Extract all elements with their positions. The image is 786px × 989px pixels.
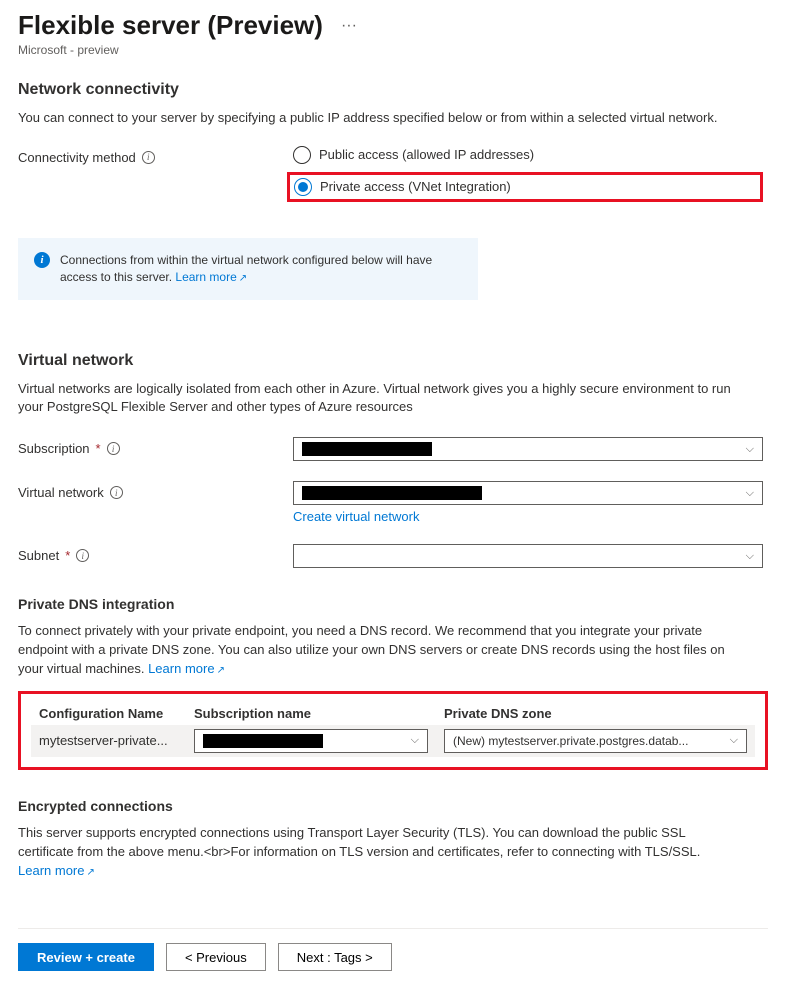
page-subtitle: Microsoft - preview <box>18 43 768 57</box>
subscription-select[interactable]: ⌵ <box>293 437 763 461</box>
table-row: mytestserver-private... ⌵ (New) mytestse… <box>31 725 755 757</box>
chevron-down-icon: ⌵ <box>746 443 754 456</box>
info-icon: i <box>34 252 50 268</box>
subnet-label: Subnet <box>18 548 59 563</box>
info-icon[interactable]: i <box>110 486 123 499</box>
virtual-network-label: Virtual network <box>18 485 104 500</box>
tls-learn-more-link[interactable]: Learn more↗ <box>18 863 95 878</box>
radio-icon <box>294 178 312 196</box>
redacted-value <box>302 486 482 500</box>
chevron-down-icon: ⌵ <box>746 550 754 563</box>
chevron-down-icon: ⌵ <box>730 734 738 747</box>
external-link-icon: ↗ <box>217 665 225 676</box>
radio-icon <box>293 146 311 164</box>
dns-learn-more-link[interactable]: Learn more↗ <box>148 661 225 676</box>
footer-buttons: Review + create < Previous Next : Tags > <box>18 943 768 971</box>
page-title: Flexible server (Preview) <box>18 10 323 41</box>
previous-button[interactable]: < Previous <box>166 943 266 971</box>
create-vnet-link[interactable]: Create virtual network <box>293 509 419 524</box>
subscription-label: Subscription <box>18 441 90 456</box>
external-link-icon: ↗ <box>86 867 94 878</box>
dns-desc: To connect privately with your private e… <box>18 622 738 679</box>
col-subscription-name: Subscription name <box>186 702 436 725</box>
cell-config-name: mytestserver-private... <box>31 725 186 757</box>
network-desc: You can connect to your server by specif… <box>18 109 738 128</box>
vnet-desc: Virtual networks are logically isolated … <box>18 380 738 418</box>
vnet-info-callout: i Connections from within the virtual ne… <box>18 238 478 300</box>
info-icon[interactable]: i <box>107 442 120 455</box>
col-config-name: Configuration Name <box>31 702 186 725</box>
network-heading: Network connectivity <box>18 81 768 99</box>
redacted-value <box>203 734 323 748</box>
dns-table-highlight: Configuration Name Subscription name Pri… <box>18 691 768 770</box>
subnet-select[interactable]: ⌵ <box>293 544 763 568</box>
col-private-dns-zone: Private DNS zone <box>436 702 755 725</box>
external-link-icon: ↗ <box>239 273 247 284</box>
radio-private-access[interactable]: Private access (VNet Integration) <box>294 178 750 196</box>
review-create-button[interactable]: Review + create <box>18 943 154 971</box>
virtual-network-select[interactable]: ⌵ <box>293 481 763 505</box>
radio-private-label: Private access (VNet Integration) <box>320 179 511 194</box>
dns-zone-value: (New) mytestserver.private.postgres.data… <box>453 734 688 748</box>
dns-subscription-select[interactable]: ⌵ <box>194 729 428 753</box>
connectivity-method-label: Connectivity method <box>18 150 136 165</box>
redacted-value <box>302 442 432 456</box>
dns-table: Configuration Name Subscription name Pri… <box>31 702 755 757</box>
radio-public-access[interactable]: Public access (allowed IP addresses) <box>293 146 763 164</box>
connectivity-method-radiogroup: Public access (allowed IP addresses) Pri… <box>293 146 763 202</box>
info-icon[interactable]: i <box>142 151 155 164</box>
more-actions-button[interactable]: ··· <box>341 17 357 35</box>
next-button[interactable]: Next : Tags > <box>278 943 392 971</box>
dns-heading: Private DNS integration <box>18 596 768 612</box>
vnet-heading: Virtual network <box>18 352 768 370</box>
chevron-down-icon: ⌵ <box>411 734 419 747</box>
footer-separator <box>18 928 768 929</box>
info-icon[interactable]: i <box>76 549 89 562</box>
dns-zone-select[interactable]: (New) mytestserver.private.postgres.data… <box>444 729 747 753</box>
chevron-down-icon: ⌵ <box>746 487 754 500</box>
radio-public-label: Public access (allowed IP addresses) <box>319 147 534 162</box>
infobox-learn-more-link[interactable]: Learn more↗ <box>175 270 247 284</box>
tls-heading: Encrypted connections <box>18 798 768 814</box>
required-indicator: * <box>65 548 70 563</box>
required-indicator: * <box>96 441 101 456</box>
tls-desc: This server supports encrypted connectio… <box>18 824 738 881</box>
highlight-box: Private access (VNet Integration) <box>287 172 763 202</box>
